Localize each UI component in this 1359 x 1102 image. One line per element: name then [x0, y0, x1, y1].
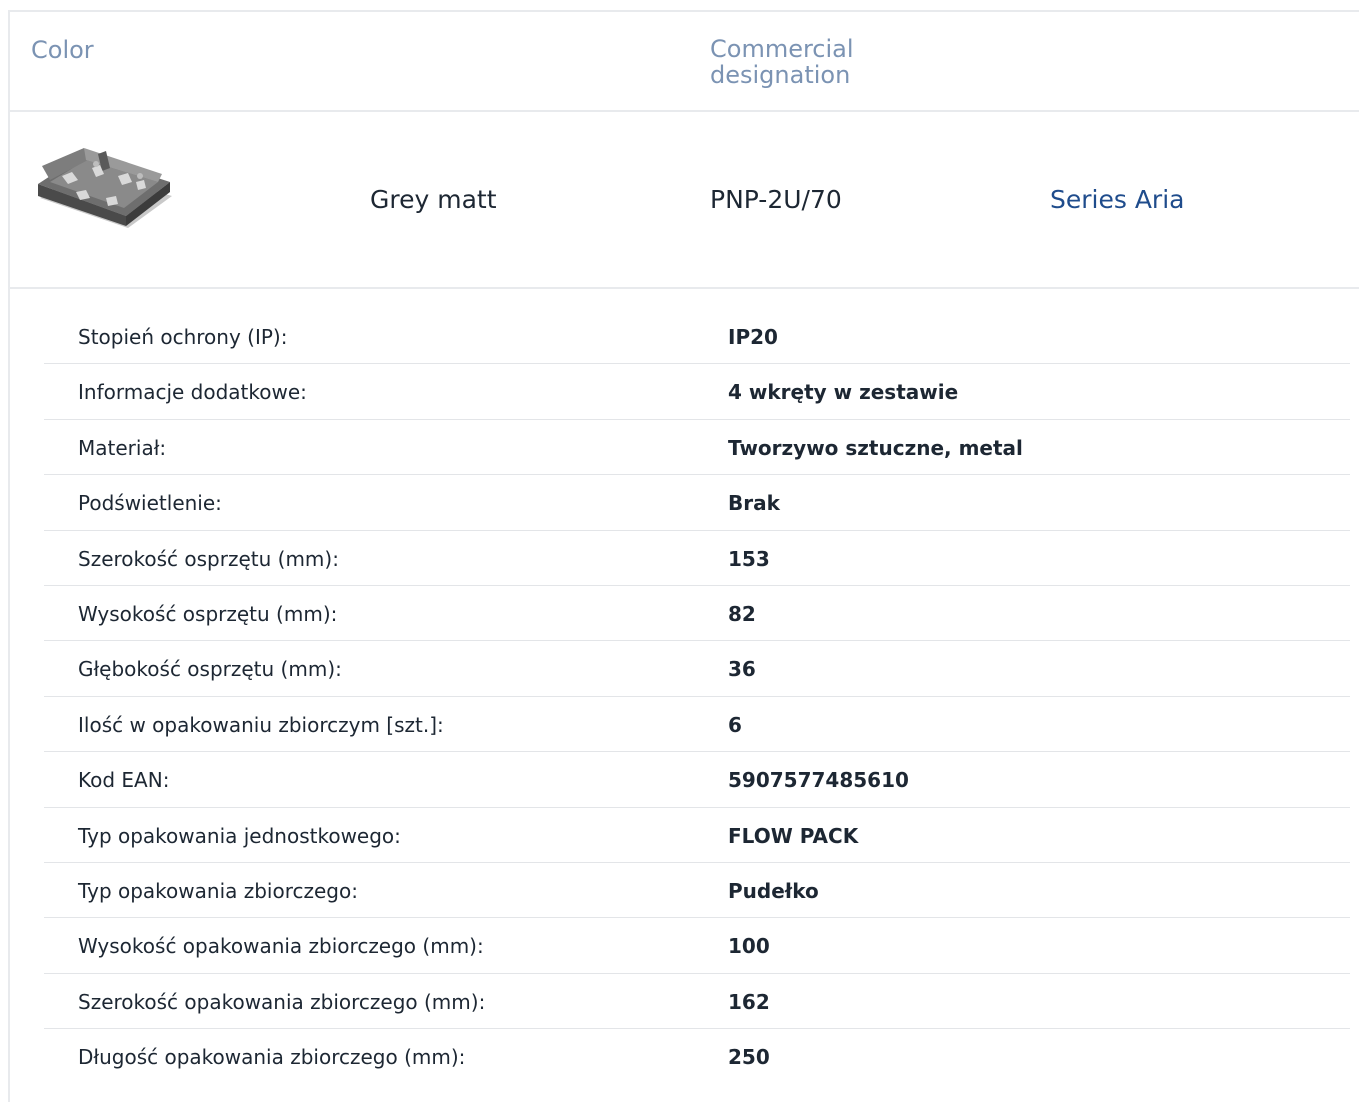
- spec-value: 250: [728, 1045, 770, 1070]
- spec-label: Szerokość opakowania zbiorczego (mm):: [78, 989, 486, 1014]
- spec-label: Wysokość opakowania zbiorczego (mm):: [78, 934, 484, 959]
- spec-value: FLOW PACK: [728, 823, 859, 848]
- color-column-header: Color: [31, 36, 94, 64]
- spec-row: Stopień ochrony (IP): IP20: [44, 309, 1350, 365]
- spec-value: 82: [728, 601, 756, 626]
- spec-label: Podświetlenie:: [78, 491, 222, 516]
- spec-label: Długość opakowania zbiorczego (mm):: [78, 1045, 466, 1070]
- spec-label: Typ opakowania zbiorczego:: [78, 878, 358, 903]
- spec-value: IP20: [728, 325, 778, 349]
- spec-value: Tworzywo sztuczne, metal: [728, 435, 1023, 460]
- spec-value: 100: [728, 934, 770, 959]
- spec-value: 4 wkręty w zestawie: [728, 380, 959, 405]
- spec-label: Kod EAN:: [78, 768, 170, 793]
- spec-row: Szerokość osprzętu (mm): 153: [44, 531, 1350, 586]
- spec-row: Typ opakowania zbiorczego: Pudełko: [44, 863, 1350, 919]
- spec-row: Szerokość opakowania zbiorczego (mm): 162: [44, 974, 1350, 1030]
- spec-value: 5907577485610: [728, 768, 909, 793]
- spec-row: Wysokość osprzętu (mm): 82: [44, 586, 1350, 642]
- commercial-designation-value: PNP-2U/70: [710, 185, 842, 214]
- spec-row: Kod EAN: 5907577485610: [44, 752, 1350, 808]
- spec-label: Wysokość osprzętu (mm):: [78, 601, 338, 626]
- spec-row: Ilość w opakowaniu zbiorczym [szt.]: 6: [44, 697, 1350, 753]
- spec-row: Wysokość opakowania zbiorczego (mm): 100: [44, 918, 1350, 974]
- spec-value: Brak: [728, 491, 780, 516]
- spec-label: Głębokość osprzętu (mm):: [78, 657, 342, 682]
- spec-row: Materiał: Tworzywo sztuczne, metal: [44, 420, 1350, 476]
- product-row: Grey matt PNP-2U/70 Series Aria: [10, 112, 1359, 288]
- spec-row: Informacje dodatkowe: 4 wkręty w zestawie: [44, 364, 1350, 420]
- spec-label: Informacje dodatkowe:: [78, 380, 307, 405]
- designation-column-header: Commercial designation: [710, 35, 854, 89]
- color-value: Grey matt: [370, 185, 497, 214]
- spec-row: Podświetlenie: Brak: [44, 475, 1350, 531]
- spec-value: 6: [728, 712, 742, 737]
- series-aria-link[interactable]: Series Aria: [1050, 185, 1184, 214]
- electrical-mounting-box-image: [38, 148, 172, 228]
- spec-value: 36: [728, 657, 756, 682]
- specifications-table: Stopień ochrony (IP): IP20 Informacje doda…: [44, 309, 1350, 1084]
- spec-value: 162: [728, 989, 770, 1014]
- spec-label: Materiał:: [78, 435, 167, 460]
- table-header: Color Commercial designation: [10, 12, 1359, 110]
- spec-label: Stopień ochrony (IP):: [78, 325, 288, 349]
- spec-row: Głębokość osprzętu (mm): 36: [44, 641, 1350, 697]
- spec-value: Pudełko: [728, 878, 819, 903]
- spec-label: Ilość w opakowaniu zbiorczym [szt.]:: [78, 712, 444, 737]
- spec-label: Szerokość osprzętu (mm):: [78, 546, 339, 571]
- spec-row: Typ opakowania jednostkowego: FLOW PACK: [44, 808, 1350, 863]
- spec-label: Typ opakowania jednostkowego:: [78, 823, 401, 848]
- spec-row: Długość opakowania zbiorczego (mm): 250: [44, 1029, 1350, 1084]
- product-row-divider: [10, 287, 1359, 289]
- spec-value: 153: [728, 546, 770, 571]
